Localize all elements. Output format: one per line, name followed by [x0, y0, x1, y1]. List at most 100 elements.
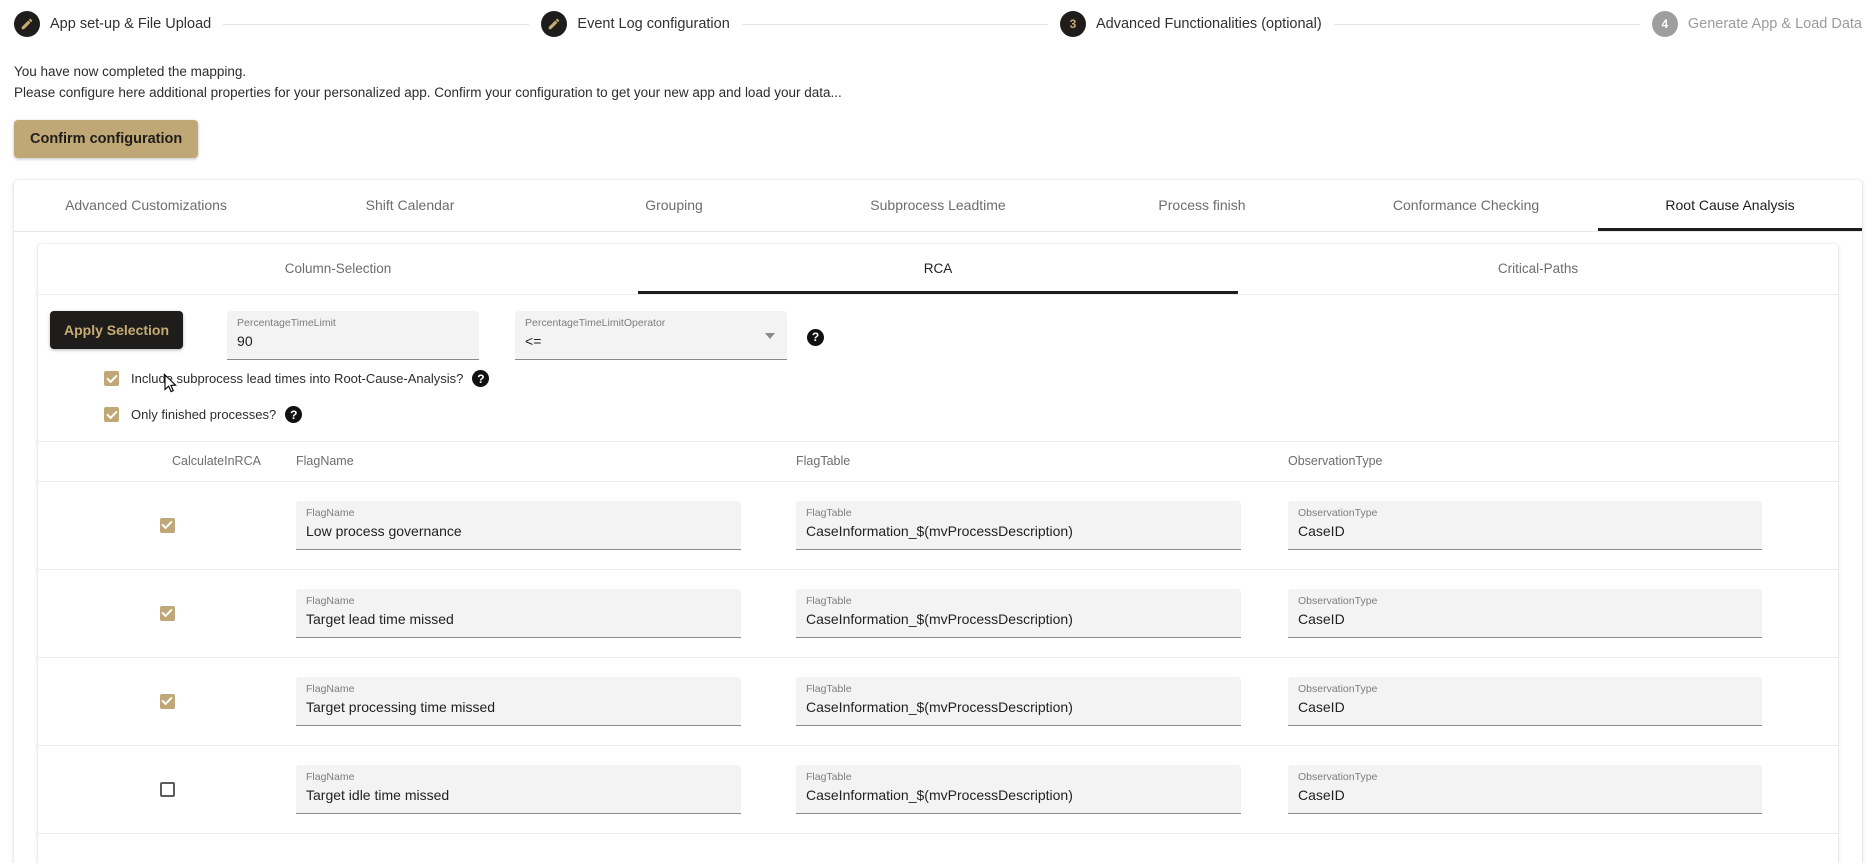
row-flag-table-value: CaseInformation_$(mvProcessDescription)	[806, 786, 1073, 803]
tab-root-cause-analysis[interactable]: Root Cause Analysis	[1598, 180, 1862, 231]
column-header-observation-type: ObservationType	[1288, 454, 1383, 469]
help-icon[interactable]: ?	[807, 328, 825, 346]
row-calculate-in-rca-checkbox[interactable]	[159, 605, 175, 621]
stepper-step-2[interactable]: Event Log configuration	[541, 11, 730, 37]
only-finished-processes-checkbox[interactable]	[104, 407, 119, 423]
table-row: FlagName Low process governance FlagTabl…	[38, 482, 1838, 570]
pencil-icon	[21, 18, 33, 30]
advanced-functionalities-card: Advanced Customizations Shift Calendar G…	[14, 179, 1862, 863]
tab-process-finish[interactable]: Process finish	[1070, 180, 1334, 231]
help-icon[interactable]: ?	[285, 406, 303, 424]
step-1-marker	[14, 11, 40, 37]
table-row: FlagName Target lead time missed FlagTab…	[38, 570, 1838, 658]
help-icon[interactable]: ?	[472, 370, 490, 388]
subtab-critical-paths[interactable]: Critical-Paths	[1238, 244, 1838, 294]
table-header-row: CalculateInRCA FlagName FlagTable Observ…	[38, 442, 1838, 482]
row-flag-name-field[interactable]: FlagName Target lead time missed	[296, 588, 741, 638]
rca-sub-tab-bar: Column-Selection RCA Critical-Paths	[38, 244, 1838, 295]
percentage-time-limit-operator-select[interactable]: PercentageTimeLimitOperator <=	[515, 310, 788, 360]
table-row: FlagName Target idle time missed FlagTab…	[38, 746, 1838, 834]
stepper-step-3[interactable]: 3 Advanced Functionalities (optional)	[1059, 11, 1322, 37]
row-flag-table-label: FlagTable	[806, 594, 852, 607]
row-flag-table-field[interactable]: FlagTable CaseInformation_$(mvProcessDes…	[796, 676, 1241, 726]
row-flag-name-field[interactable]: FlagName Target idle time missed	[296, 764, 741, 814]
row-flag-name-label: FlagName	[306, 682, 355, 695]
row-flag-table-field[interactable]: FlagTable CaseInformation_$(mvProcessDes…	[796, 588, 1241, 638]
include-subprocess-leadtimes-checkbox[interactable]	[104, 371, 119, 387]
row-observation-type-field[interactable]: ObservationType CaseID	[1288, 764, 1762, 814]
row-flag-table-value: CaseInformation_$(mvProcessDescription)	[806, 698, 1073, 715]
step-3-label: Advanced Functionalities (optional)	[1095, 16, 1322, 32]
row-calculate-in-rca-checkbox[interactable]	[159, 693, 175, 709]
only-finished-processes-label: Only finished processes?	[131, 407, 277, 423]
row-observation-type-field[interactable]: ObservationType CaseID	[1288, 500, 1762, 550]
stepper-connector-1	[223, 23, 530, 25]
pencil-icon	[549, 18, 560, 30]
tab-shift-calendar[interactable]: Shift Calendar	[278, 180, 542, 231]
row-flag-name-value: Target idle time missed	[306, 786, 450, 803]
step-2-label: Event Log configuration	[577, 16, 730, 32]
confirm-configuration-button[interactable]: Confirm configuration	[14, 119, 199, 158]
row-observation-type-label: ObservationType	[1298, 506, 1378, 519]
step-4-label: Generate App & Load Data	[1687, 16, 1862, 32]
step-1-label: App set-up & File Upload	[50, 16, 212, 32]
row-observation-type-value: CaseID	[1298, 522, 1345, 539]
row-flag-table-label: FlagTable	[806, 770, 852, 783]
main-tab-bar: Advanced Customizations Shift Calendar G…	[14, 180, 1862, 232]
row-flag-name-field[interactable]: FlagName Target processing time missed	[296, 676, 741, 726]
tab-grouping[interactable]: Grouping	[542, 180, 806, 231]
row-observation-type-field[interactable]: ObservationType CaseID	[1288, 676, 1762, 726]
table-row: FlagName Target processing time missed F…	[38, 658, 1838, 746]
row-calculate-in-rca-checkbox[interactable]	[159, 781, 175, 797]
percentage-time-limit-operator-value: <=	[525, 332, 542, 349]
rca-controls-row: Apply Selection PercentageTimeLimit 90 P…	[38, 295, 1838, 361]
row-flag-table-label: FlagTable	[806, 682, 852, 695]
percentage-time-limit-operator-label: PercentageTimeLimitOperator	[525, 316, 666, 329]
percentage-time-limit-value: 90	[237, 332, 253, 349]
step-4-marker: 4	[1651, 11, 1678, 37]
step-2-marker	[541, 11, 568, 37]
subtab-column-selection[interactable]: Column-Selection	[38, 244, 638, 294]
row-observation-type-value: CaseID	[1298, 610, 1345, 627]
row-flag-name-field[interactable]: FlagName Low process governance	[296, 500, 741, 550]
row-flag-name-label: FlagName	[306, 770, 355, 783]
apply-selection-button[interactable]: Apply Selection	[50, 310, 184, 349]
row-observation-type-value: CaseID	[1298, 786, 1345, 803]
row-flag-name-label: FlagName	[306, 594, 355, 607]
row-observation-type-field[interactable]: ObservationType CaseID	[1288, 588, 1762, 638]
percentage-time-limit-field[interactable]: PercentageTimeLimit 90	[227, 310, 480, 360]
column-header-flag-table: FlagTable	[796, 454, 851, 469]
row-flag-table-field[interactable]: FlagTable CaseInformation_$(mvProcessDes…	[796, 500, 1241, 550]
percentage-time-limit-label: PercentageTimeLimit	[237, 316, 336, 329]
intro-text: You have now completed the mapping. Plea…	[0, 48, 1876, 104]
stepper-step-1[interactable]: App set-up & File Upload	[14, 11, 211, 37]
row-flag-table-label: FlagTable	[806, 506, 852, 519]
row-observation-type-value: CaseID	[1298, 698, 1345, 715]
rca-flags-table: CalculateInRCA FlagName FlagTable Observ…	[38, 440, 1838, 834]
row-calculate-in-rca-checkbox[interactable]	[159, 517, 175, 533]
row-observation-type-label: ObservationType	[1298, 770, 1378, 783]
tab-advanced-customizations[interactable]: Advanced Customizations	[14, 180, 278, 231]
row-flag-table-value: CaseInformation_$(mvProcessDescription)	[806, 522, 1073, 539]
column-header-calculate-in-rca: CalculateInRCA	[172, 454, 261, 469]
wizard-stepper: App set-up & File Upload Event Log confi…	[0, 0, 1876, 48]
only-finished-processes-row: Only finished processes? ?	[38, 397, 1838, 433]
subtab-rca[interactable]: RCA	[638, 244, 1238, 294]
stepper-connector-2	[741, 23, 1048, 25]
row-observation-type-label: ObservationType	[1298, 594, 1378, 607]
include-subprocess-leadtimes-row: Include subprocess lead times into Root-…	[38, 361, 1838, 397]
tab-subprocess-leadtime[interactable]: Subprocess Leadtime	[806, 180, 1070, 231]
step-3-marker: 3	[1059, 11, 1086, 37]
row-flag-table-value: CaseInformation_$(mvProcessDescription)	[806, 610, 1073, 627]
row-flag-name-label: FlagName	[306, 506, 355, 519]
row-flag-name-value: Target processing time missed	[306, 698, 496, 715]
include-subprocess-leadtimes-label: Include subprocess lead times into Root-…	[131, 371, 464, 387]
row-flag-name-value: Target lead time missed	[306, 610, 454, 627]
tab-conformance-checking[interactable]: Conformance Checking	[1334, 180, 1598, 231]
row-flag-table-field[interactable]: FlagTable CaseInformation_$(mvProcessDes…	[796, 764, 1241, 814]
row-flag-name-value: Low process governance	[306, 522, 462, 539]
row-observation-type-label: ObservationType	[1298, 682, 1378, 695]
intro-line-1: You have now completed the mapping.	[14, 64, 247, 79]
stepper-connector-3	[1333, 23, 1640, 25]
stepper-step-4[interactable]: 4 Generate App & Load Data	[1651, 11, 1862, 37]
